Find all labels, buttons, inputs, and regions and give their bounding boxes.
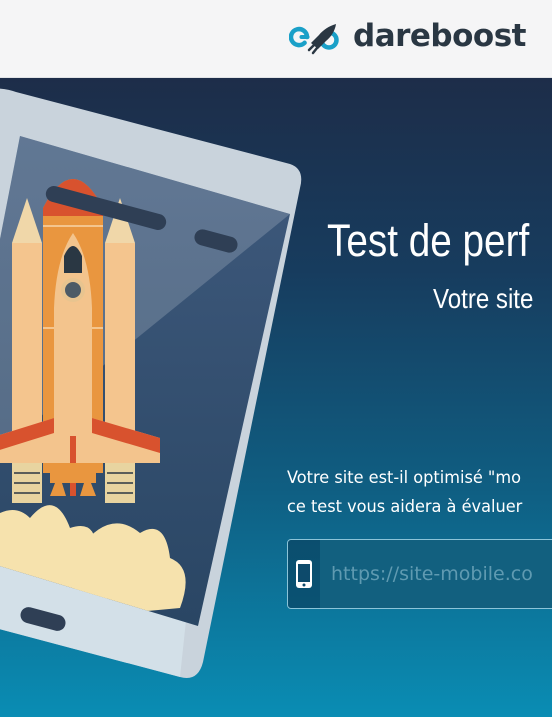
rocket-infinity-logo-icon [289, 24, 339, 55]
hero-description-line-1: Votre site est-il optimisé "mo [287, 468, 521, 488]
brand-name: dareboost [353, 18, 526, 54]
top-header: dareboost [0, 0, 552, 78]
dareboost-logo[interactable]: dareboost [289, 16, 526, 56]
hero-description: Votre site est-il optimisé "mo ce test v… [287, 464, 522, 522]
hero-subtitle: Votre site [433, 283, 534, 314]
device-selector[interactable] [288, 540, 320, 608]
url-input[interactable] [320, 540, 552, 608]
mobile-url-form [287, 539, 552, 609]
hero-title: Test de perf [327, 215, 530, 266]
hero-section: Test de perf Votre site Votre site est-i… [0, 78, 552, 717]
smartphone-icon [296, 560, 312, 588]
phone-rocket-illustration [0, 88, 302, 678]
hero-description-line-2: ce test vous aidera à évaluer [287, 497, 523, 517]
